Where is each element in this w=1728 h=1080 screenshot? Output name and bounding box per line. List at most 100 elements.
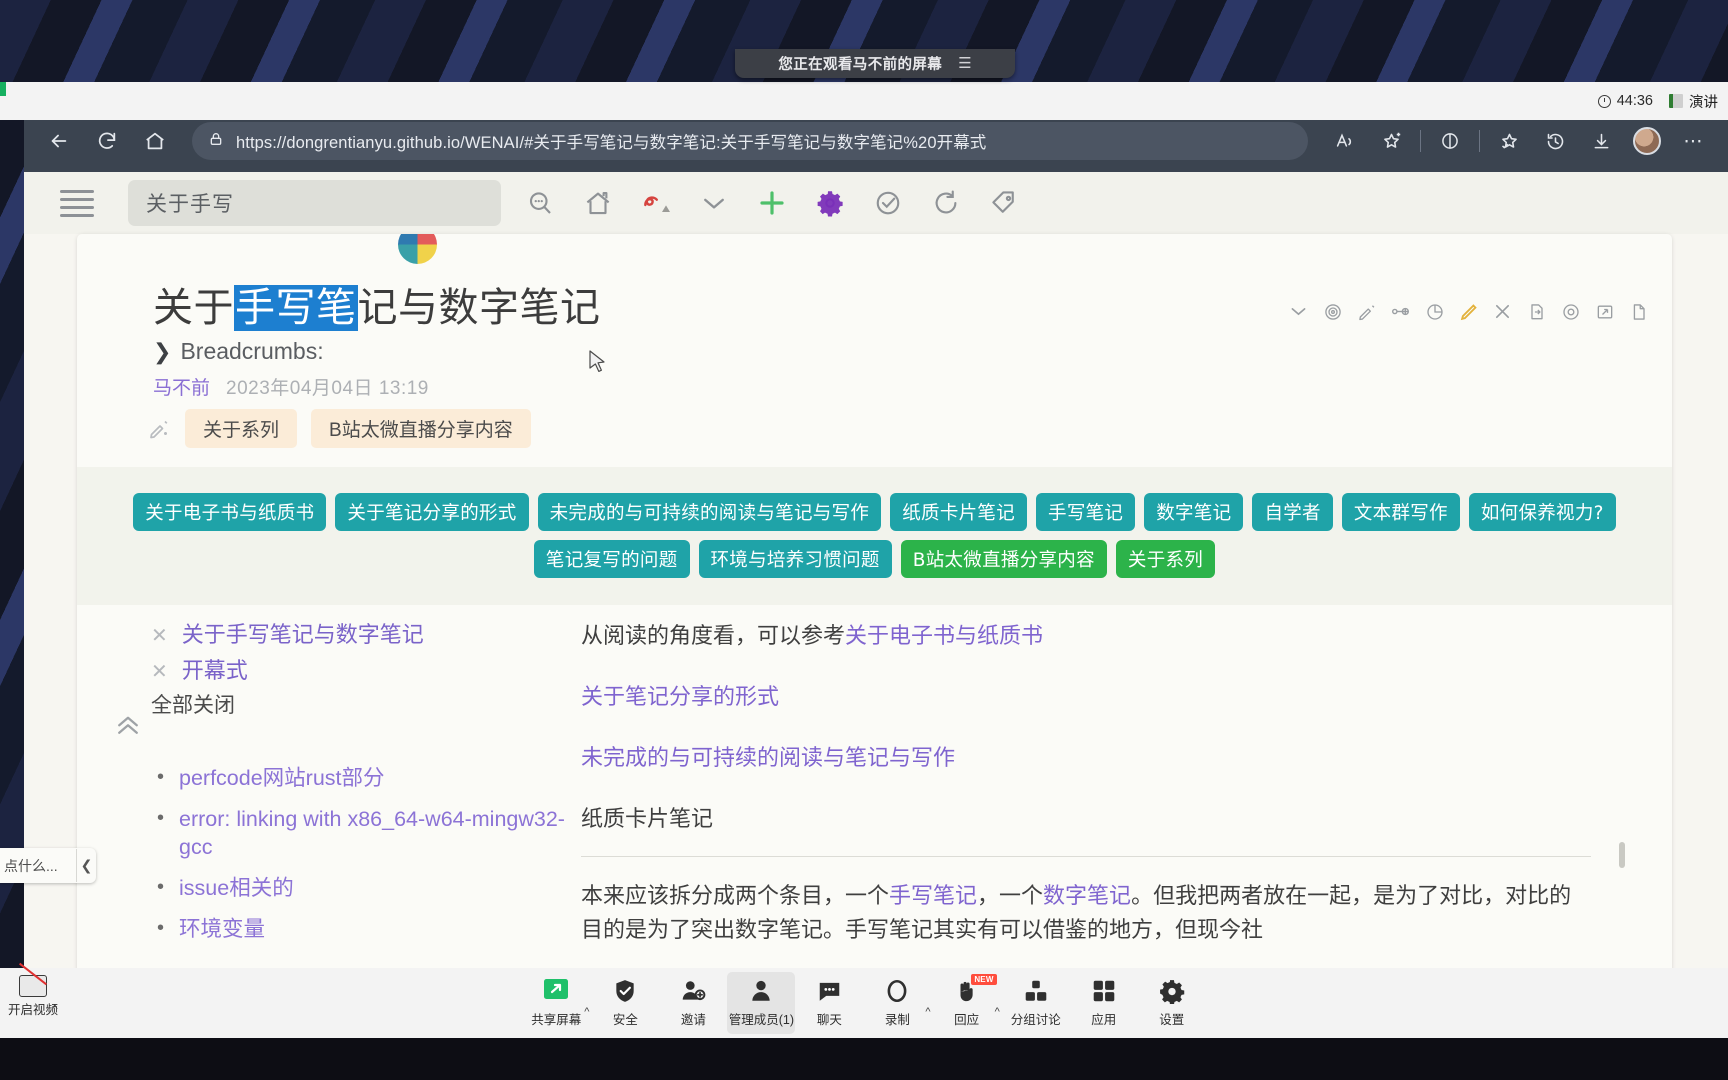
taskbar-item-security[interactable]: 安全 [591,972,659,1034]
cream-tag[interactable]: B站太微直播分享内容 [311,409,531,448]
history-icon[interactable] [1538,124,1572,158]
edit-pencil-icon[interactable] [1457,300,1480,323]
video-caret-icon[interactable]: ^ [52,1002,58,1016]
meeting-timer: 44:36 [1597,93,1653,109]
address-bar[interactable]: https://dongrentianyu.github.io/WENAI/#关… [192,122,1308,160]
hamburger-icon[interactable] [60,189,94,217]
chart-pie-icon[interactable] [1423,300,1446,323]
chevron-left-icon[interactable]: ❮ [76,849,96,882]
open-tab-row[interactable]: ✕ 开幕式 [151,655,591,687]
tag-chip[interactable]: 关于笔记分享的形式 [335,493,529,531]
body-link[interactable]: 手写笔记 [889,883,977,908]
body-link[interactable]: 未完成的与可持续的阅读与笔记与写作 [581,745,955,770]
chevron-down-icon[interactable] [1287,300,1310,323]
tag-chip[interactable]: B站太微直播分享内容 [900,540,1107,578]
avatar-icon[interactable] [1630,124,1664,158]
chevron-down-icon[interactable] [685,178,743,228]
search-input[interactable]: 关于手写 [128,180,501,226]
clock-icon [1597,94,1611,108]
split-screen-icon[interactable] [1433,124,1467,158]
browser-chrome-actions: ⋯ [1328,124,1710,158]
left-edge-pill[interactable]: 点什么... ❮ [0,848,96,883]
taskbar-item-breakout-rooms[interactable]: 分组讨论 [1002,972,1070,1034]
export-icon[interactable] [1525,300,1548,323]
tag-chip[interactable]: 环境与培养习惯问题 [698,540,892,578]
back-arrow-icon[interactable] [42,124,76,158]
reload-icon[interactable] [90,124,124,158]
author-name[interactable]: 马不前 [153,373,210,400]
taskbar-item-chat[interactable]: 聊天 [795,972,863,1034]
hamburger-icon[interactable]: ☰ [958,56,971,71]
taskbar-item-record[interactable]: 录制 [863,972,931,1034]
taskbar-label: 回应 [954,1013,980,1027]
page-title-suffix: 记与数字笔记 [357,285,601,331]
collections-icon[interactable] [1374,124,1408,158]
tag-chip[interactable]: 笔记复写的问题 [533,540,690,578]
more-options-icon[interactable]: ⋯ [1676,124,1710,158]
home-icon[interactable] [569,178,627,228]
open-tab-label[interactable]: 关于手写笔记与数字笔记 [182,619,424,651]
list-item[interactable]: perfcode网站rust部分 [151,764,591,793]
open-window-icon[interactable] [1593,300,1616,323]
downloads-icon[interactable] [1584,124,1618,158]
breadcrumb[interactable]: ❯ Breadcrumbs: [153,338,324,365]
body-link[interactable]: 关于笔记分享的形式 [581,684,779,709]
target-icon[interactable] [1321,300,1344,323]
tag-chip[interactable]: 手写笔记 [1036,493,1136,531]
tag-chip[interactable]: 关于电子书与纸质书 [133,493,327,531]
check-circle-icon[interactable] [859,178,917,228]
search-icon[interactable] [511,178,569,228]
taskbar-item-reactions[interactable]: NEW 回应 [933,972,1001,1034]
gear-icon[interactable] [801,178,859,228]
taskbar-item-invite[interactable]: 邀请 [659,972,727,1034]
open-tab-row[interactable]: ✕ 关于手写笔记与数字笔记 [151,619,591,651]
close-icon[interactable]: ✕ [151,658,168,687]
favorites-icon[interactable] [1492,124,1526,158]
taskbar-item-manage-members[interactable]: 管理成员(1) [727,972,796,1034]
list-item[interactable]: 环境变量 [151,915,591,944]
body-link[interactable]: 关于电子书与纸质书 [845,623,1043,648]
close-all-button[interactable]: 全部关闭 [151,691,591,721]
taskbar-item-apps[interactable]: 应用 [1070,972,1138,1034]
link-node-icon[interactable] [1389,300,1412,323]
undo-stroke-icon[interactable] [627,178,685,228]
page-title: 关于手写笔记与数字笔记 [153,285,601,331]
taskbar-label: 安全 [612,1013,638,1027]
share-banner-text: 您正在观看马不前的屏幕 [778,57,943,73]
meeting-top-strip: 44:36 演讲 [0,82,1728,120]
tag-chip[interactable]: 文本群写作 [1341,493,1460,531]
pencil-add-icon[interactable] [147,417,171,441]
body-link[interactable]: 数字笔记 [1043,883,1131,908]
plus-icon[interactable] [743,178,801,228]
pencil-dot-icon[interactable] [1355,300,1378,323]
list-item[interactable]: error: linking with x86_64-w64-mingw32-g… [151,805,591,862]
list-item[interactable]: issue相关的 [151,874,591,903]
home-icon[interactable] [138,124,172,158]
page-icon[interactable] [1627,300,1650,323]
presenting-indicator[interactable]: 演讲 [1669,91,1718,112]
taskbar-item-video[interactable]: 开启视频 [8,975,58,1018]
tag-chip[interactable]: 自学者 [1252,493,1333,531]
refresh-icon[interactable] [917,178,975,228]
body-paragraph-4: 纸质卡片笔记 [581,802,1591,836]
tag-chip[interactable]: 关于系列 [1115,540,1216,578]
double-chevron-up-icon[interactable] [113,709,143,747]
taskbar-item-share-screen[interactable]: 共享屏幕 [522,972,590,1034]
page-title-highlight: 手写笔 [234,285,358,331]
tag-chip[interactable]: 如何保养视力? [1468,493,1616,531]
chevron-right-icon: ❯ [153,338,172,364]
scrollbar-thumb[interactable] [1619,842,1625,868]
close-icon[interactable]: ✕ [151,622,168,651]
taskbar-item-settings[interactable]: 设置 [1138,972,1206,1034]
tag-icon[interactable] [975,178,1033,228]
focus-icon[interactable] [1559,300,1582,323]
tag-chip[interactable]: 未完成的与可持续的阅读与笔记与写作 [537,493,882,531]
cream-tag[interactable]: 关于系列 [185,409,298,448]
open-tab-label[interactable]: 开幕式 [182,655,248,687]
tag-chip[interactable]: 纸质卡片笔记 [890,493,1028,531]
close-icon[interactable] [1491,300,1514,323]
tag-chip[interactable]: 数字笔记 [1144,493,1244,531]
article-sheet: 关于手写笔记与数字笔记 ❯ Breadcrumbs: 马不前 2023年04月0… [77,234,1672,980]
camera-off-icon [19,975,47,997]
read-aloud-icon[interactable] [1328,124,1362,158]
